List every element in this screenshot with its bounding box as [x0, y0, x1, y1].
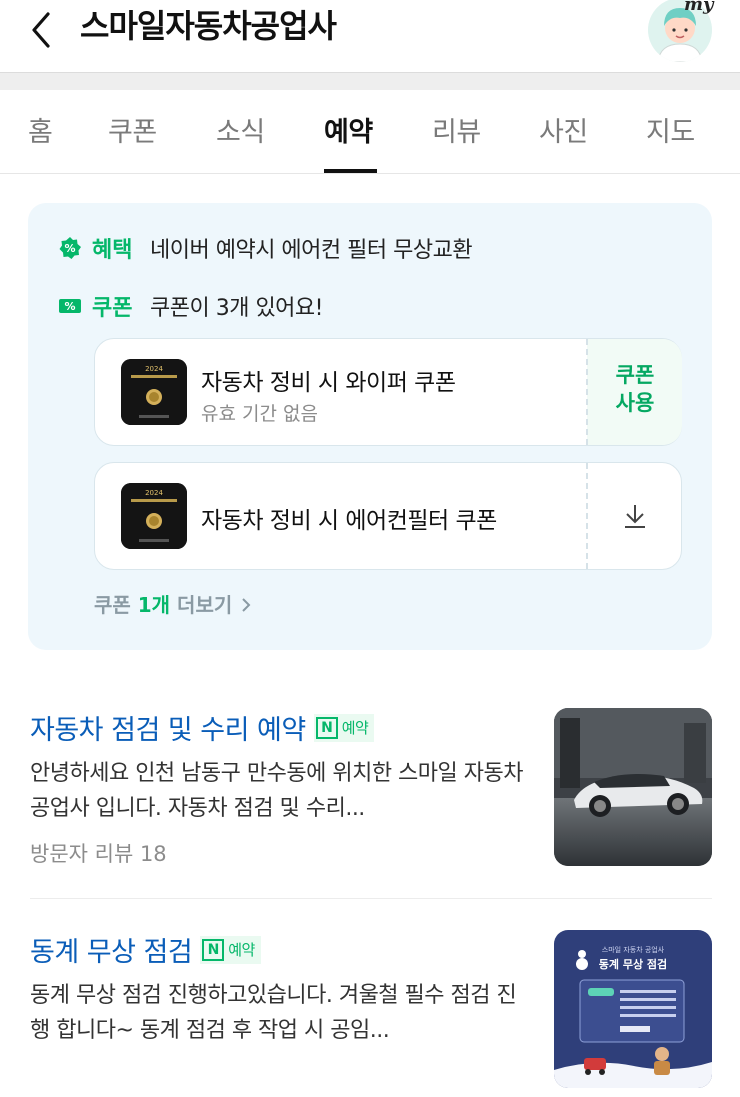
more-count: 1개: [137, 593, 171, 617]
avatar-badge: my: [684, 0, 714, 15]
booking-title-row[interactable]: 자동차 점검 및 수리 예약 N 예약: [30, 708, 375, 747]
coupon-card[interactable]: 2024 자동차 정비 시 와이퍼 쿠폰 유효 기간 없음 쿠폰 사용: [94, 338, 682, 446]
coupon-thumbnail: 2024: [121, 483, 187, 549]
poster-top-text: 스마일 자동차 공업사: [602, 945, 665, 954]
coupon-ticket-icon: %: [59, 299, 81, 313]
tab-review[interactable]: 리뷰: [432, 110, 481, 149]
booking-description: 동계 무상 점검 진행하고있습니다. 겨울철 필수 점검 진행 합니다~ 동계 …: [30, 983, 517, 1043]
tab-map[interactable]: 지도: [646, 110, 695, 149]
page-title: 스마일자동차공업사: [80, 7, 337, 45]
tab-coupon[interactable]: 쿠폰: [108, 110, 157, 149]
tab-news[interactable]: 소식: [216, 110, 265, 149]
poster-title-text: 동계 무상 점검: [599, 957, 667, 971]
perk-label: 혜택: [92, 238, 133, 263]
use-coupon-line2: 사용: [615, 391, 655, 415]
benefit-card: % 혜택 네이버 예약시 에어컨 필터 무상교환 % 쿠폰 쿠폰이 3개 있어요…: [28, 203, 712, 650]
active-tab-indicator: [324, 169, 377, 173]
coupon-card[interactable]: 2024 자동차 정비 시 에어컨필터 쿠폰: [94, 462, 682, 570]
more-prefix: 쿠폰: [94, 593, 138, 617]
chevron-right-icon: [242, 598, 251, 612]
list-divider: [30, 898, 712, 899]
coupon-row: % 쿠폰 쿠폰이 3개 있어요!: [58, 291, 323, 321]
more-coupons-link[interactable]: 쿠폰 1개 더보기: [94, 589, 253, 618]
more-suffix: 더보기: [170, 593, 233, 617]
booking-photo[interactable]: 스마일 자동차 공업사 동계 무상 점검: [554, 930, 712, 1088]
app-header: 스마일자동차공업사 my: [0, 0, 740, 72]
booking-title: 동계 무상 점검: [30, 937, 193, 968]
tab-photo[interactable]: 사진: [539, 110, 588, 149]
booking-description: 안녕하세요 인천 남동구 만수동에 위치한 스마일 자동차 공업사 입니다. 자…: [30, 761, 523, 821]
download-coupon-button[interactable]: [587, 463, 683, 569]
coupon-label: 쿠폰: [92, 296, 133, 321]
discount-badge-icon: %: [59, 237, 81, 259]
badge-text: 예약: [228, 941, 255, 959]
use-coupon-line1: 쿠폰: [615, 363, 655, 387]
tab-bar: 홈 쿠폰 소식 예약 리뷰 사진 지도: [0, 90, 740, 174]
coupon-validity: 유효 기간 없음: [201, 403, 318, 425]
tab-home[interactable]: 홈: [28, 110, 53, 149]
naver-booking-badge: N 예약: [313, 713, 375, 742]
download-icon: [625, 505, 645, 528]
naver-n-icon: N: [202, 938, 225, 961]
coupon-thumb-year: 2024: [145, 365, 163, 373]
coupon-name: 자동차 정비 시 와이퍼 쿠폰: [201, 370, 456, 396]
coupon-thumbnail: 2024: [121, 359, 187, 425]
use-coupon-button[interactable]: 쿠폰 사용: [587, 361, 683, 417]
back-button[interactable]: [22, 8, 62, 48]
review-count: 방문자 리뷰 18: [30, 842, 167, 866]
naver-booking-badge: N 예약: [200, 935, 261, 964]
header-divider: [0, 72, 740, 90]
booking-title: 자동차 점검 및 수리 예약: [30, 715, 306, 746]
chevron-left-icon: [32, 12, 50, 48]
booking-photo[interactable]: [554, 708, 712, 866]
svg-text:%: %: [64, 300, 75, 313]
naver-n-icon: N: [315, 716, 338, 739]
tab-booking[interactable]: 예약: [324, 110, 373, 149]
perk-text: 네이버 예약시 에어컨 필터 무상교환: [150, 238, 473, 263]
coupon-count-text: 쿠폰이 3개 있어요!: [150, 296, 323, 321]
perk-row: % 혜택 네이버 예약시 에어컨 필터 무상교환: [58, 233, 473, 263]
svg-text:%: %: [64, 242, 75, 255]
coupon-thumb-year: 2024: [145, 489, 163, 497]
badge-text: 예약: [341, 719, 369, 737]
coupon-name: 자동차 정비 시 에어컨필터 쿠폰: [201, 508, 497, 534]
booking-title-row[interactable]: 동계 무상 점검 N 예약: [30, 930, 261, 969]
